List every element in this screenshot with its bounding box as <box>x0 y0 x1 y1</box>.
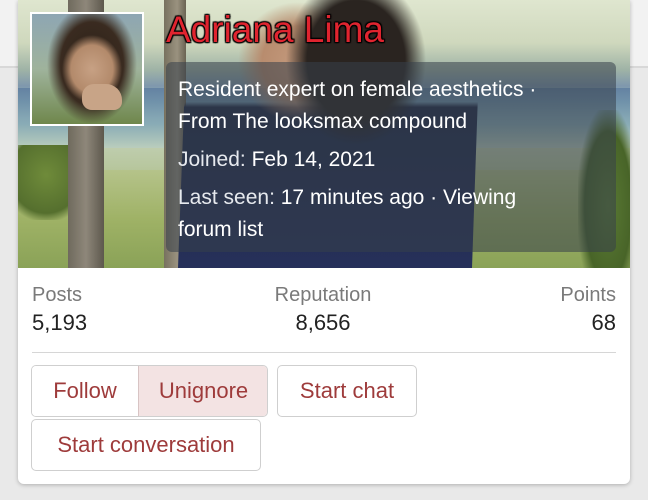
stat-points-label: Points <box>560 284 616 306</box>
stat-points[interactable]: Points 68 <box>560 282 616 338</box>
avatar[interactable] <box>30 12 144 126</box>
unignore-button[interactable]: Unignore <box>138 366 267 416</box>
last-seen-row: Last seen: 17 minutes ago · Viewing <box>178 182 604 214</box>
joined-label: Joined: <box>178 148 246 171</box>
stat-posts-value: 5,193 <box>32 310 88 335</box>
last-seen-label: Last seen: <box>178 186 275 209</box>
stat-posts-label: Posts <box>32 284 83 306</box>
avatar-photo-detail <box>82 84 122 110</box>
member-tooltip-card: Adriana Lima Resident expert on female a… <box>18 0 630 484</box>
stats-divider <box>32 352 616 353</box>
start-conversation-button[interactable]: Start conversation <box>31 419 261 471</box>
joined-row: Joined: Feb 14, 2021 <box>178 144 604 176</box>
member-stats: Posts 5,193 Reputation 8,656 Points 68 <box>18 268 630 354</box>
last-seen-activity[interactable]: forum list <box>178 214 604 246</box>
stat-reputation-label: Reputation <box>274 284 372 306</box>
profile-banner: Adriana Lima Resident expert on female a… <box>18 0 630 268</box>
stat-points-value: 68 <box>591 310 616 335</box>
start-chat-button[interactable]: Start chat <box>277 365 417 417</box>
username[interactable]: Adriana Lima <box>166 8 384 52</box>
stat-reputation: Reputation 8,656 <box>258 282 388 338</box>
stat-reputation-value: 8,656 <box>295 310 351 335</box>
follow-button[interactable]: Follow <box>32 366 138 416</box>
user-title-line-2: From The looksmax compound <box>178 110 468 133</box>
profile-info-panel: Resident expert on female aesthetics · F… <box>166 62 616 252</box>
user-title-line-1: Resident expert on female aesthetics · <box>178 78 537 101</box>
stat-posts[interactable]: Posts 5,193 <box>32 282 87 338</box>
joined-date: Feb 14, 2021 <box>251 148 376 171</box>
last-seen-value: 17 minutes ago · Viewing <box>280 186 517 209</box>
follow-ignore-button-group: Follow Unignore <box>31 365 268 417</box>
